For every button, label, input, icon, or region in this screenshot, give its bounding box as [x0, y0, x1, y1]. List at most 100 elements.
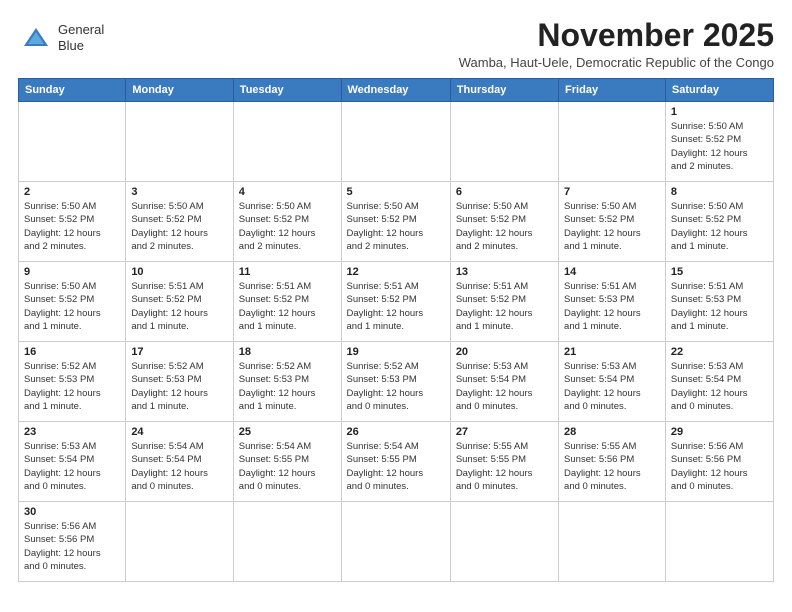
calendar-cell: [233, 102, 341, 182]
calendar-cell: [559, 102, 666, 182]
day-number: 15: [671, 266, 768, 278]
day-number: 24: [131, 426, 227, 438]
day-info: Sunrise: 5:50 AMSunset: 5:52 PMDaylight:…: [671, 120, 768, 173]
day-number: 20: [456, 346, 553, 358]
week-row-0: 1 Sunrise: 5:50 AMSunset: 5:52 PMDaylight…: [19, 102, 774, 182]
month-title: November 2025: [459, 18, 774, 53]
calendar-cell: [233, 502, 341, 582]
day-info: Sunrise: 5:51 AMSunset: 5:53 PMDaylight:…: [564, 280, 660, 333]
week-row-4: 23 Sunrise: 5:53 AMSunset: 5:54 PMDayligh…: [19, 422, 774, 502]
calendar-cell: 23 Sunrise: 5:53 AMSunset: 5:54 PMDayligh…: [19, 422, 126, 502]
day-number: 30: [24, 506, 120, 518]
header: General Blue November 2025 Wamba, Haut-U…: [18, 18, 774, 70]
day-number: 23: [24, 426, 120, 438]
calendar-cell: 10 Sunrise: 5:51 AMSunset: 5:52 PMDayligh…: [126, 262, 233, 342]
day-info: Sunrise: 5:50 AMSunset: 5:52 PMDaylight:…: [131, 200, 227, 253]
calendar-cell: [450, 102, 558, 182]
logo-text: General Blue: [58, 22, 104, 53]
day-number: 21: [564, 346, 660, 358]
day-number: 4: [239, 186, 336, 198]
day-info: Sunrise: 5:52 AMSunset: 5:53 PMDaylight:…: [347, 360, 445, 413]
calendar-cell: 13 Sunrise: 5:51 AMSunset: 5:52 PMDayligh…: [450, 262, 558, 342]
header-cell-monday: Monday: [126, 79, 233, 102]
day-info: Sunrise: 5:50 AMSunset: 5:52 PMDaylight:…: [456, 200, 553, 253]
week-row-3: 16Sunrise: 5:52 AMSunset: 5:53 PMDayligh…: [19, 342, 774, 422]
calendar-cell: 12Sunrise: 5:51 AMSunset: 5:52 PMDayligh…: [341, 262, 450, 342]
day-number: 9: [24, 266, 120, 278]
week-row-1: 2Sunrise: 5:50 AMSunset: 5:52 PMDaylight…: [19, 182, 774, 262]
day-info: Sunrise: 5:51 AMSunset: 5:52 PMDaylight:…: [239, 280, 336, 333]
day-number: 29: [671, 426, 768, 438]
header-cell-sunday: Sunday: [19, 79, 126, 102]
day-number: 10: [131, 266, 227, 278]
day-number: 8: [671, 186, 768, 198]
calendar-cell: 11Sunrise: 5:51 AMSunset: 5:52 PMDayligh…: [233, 262, 341, 342]
calendar-body: 1 Sunrise: 5:50 AMSunset: 5:52 PMDaylight…: [19, 102, 774, 582]
calendar-cell: 19 Sunrise: 5:52 AMSunset: 5:53 PMDayligh…: [341, 342, 450, 422]
calendar-cell: [19, 102, 126, 182]
day-info: Sunrise: 5:51 AMSunset: 5:52 PMDaylight:…: [131, 280, 227, 333]
day-number: 6: [456, 186, 553, 198]
day-number: 28: [564, 426, 660, 438]
day-info: Sunrise: 5:52 AMSunset: 5:53 PMDaylight:…: [239, 360, 336, 413]
day-info: Sunrise: 5:53 AMSunset: 5:54 PMDaylight:…: [456, 360, 553, 413]
day-number: 14: [564, 266, 660, 278]
day-number: 1: [671, 106, 768, 118]
calendar-cell: 7 Sunrise: 5:50 AMSunset: 5:52 PMDaylight…: [559, 182, 666, 262]
week-row-5: 30 Sunrise: 5:56 AMSunset: 5:56 PMDayligh…: [19, 502, 774, 582]
subtitle: Wamba, Haut-Uele, Democratic Republic of…: [459, 55, 774, 70]
day-info: Sunrise: 5:55 AMSunset: 5:55 PMDaylight:…: [456, 440, 553, 493]
logo: General Blue: [18, 22, 104, 53]
calendar-cell: 15 Sunrise: 5:51 AMSunset: 5:53 PMDayligh…: [665, 262, 773, 342]
day-info: Sunrise: 5:50 AMSunset: 5:52 PMDaylight:…: [24, 200, 120, 253]
calendar-cell: [665, 502, 773, 582]
day-info: Sunrise: 5:55 AMSunset: 5:56 PMDaylight:…: [564, 440, 660, 493]
calendar-cell: 4Sunrise: 5:50 AMSunset: 5:52 PMDaylight…: [233, 182, 341, 262]
day-number: 25: [239, 426, 336, 438]
day-number: 19: [347, 346, 445, 358]
day-info: Sunrise: 5:52 AMSunset: 5:53 PMDaylight:…: [24, 360, 120, 413]
logo-icon: [18, 24, 54, 52]
header-row: SundayMondayTuesdayWednesdayThursdayFrid…: [19, 79, 774, 102]
calendar-cell: [126, 102, 233, 182]
header-cell-tuesday: Tuesday: [233, 79, 341, 102]
day-number: 7: [564, 186, 660, 198]
calendar-cell: 22Sunrise: 5:53 AMSunset: 5:54 PMDayligh…: [665, 342, 773, 422]
calendar-cell: 26Sunrise: 5:54 AMSunset: 5:55 PMDayligh…: [341, 422, 450, 502]
day-info: Sunrise: 5:54 AMSunset: 5:54 PMDaylight:…: [131, 440, 227, 493]
calendar-table: SundayMondayTuesdayWednesdayThursdayFrid…: [18, 78, 774, 582]
day-number: 27: [456, 426, 553, 438]
day-info: Sunrise: 5:51 AMSunset: 5:53 PMDaylight:…: [671, 280, 768, 333]
day-info: Sunrise: 5:53 AMSunset: 5:54 PMDaylight:…: [671, 360, 768, 413]
day-info: Sunrise: 5:53 AMSunset: 5:54 PMDaylight:…: [564, 360, 660, 413]
day-info: Sunrise: 5:51 AMSunset: 5:52 PMDaylight:…: [456, 280, 553, 333]
calendar-cell: 16Sunrise: 5:52 AMSunset: 5:53 PMDayligh…: [19, 342, 126, 422]
calendar-cell: 17Sunrise: 5:52 AMSunset: 5:53 PMDayligh…: [126, 342, 233, 422]
day-number: 26: [347, 426, 445, 438]
calendar-cell: 25 Sunrise: 5:54 AMSunset: 5:55 PMDayligh…: [233, 422, 341, 502]
day-number: 5: [347, 186, 445, 198]
day-info: Sunrise: 5:50 AMSunset: 5:52 PMDaylight:…: [564, 200, 660, 253]
calendar-cell: 1 Sunrise: 5:50 AMSunset: 5:52 PMDaylight…: [665, 102, 773, 182]
day-info: Sunrise: 5:50 AMSunset: 5:52 PMDaylight:…: [347, 200, 445, 253]
calendar-cell: 30 Sunrise: 5:56 AMSunset: 5:56 PMDayligh…: [19, 502, 126, 582]
calendar-cell: 5 Sunrise: 5:50 AMSunset: 5:52 PMDaylight…: [341, 182, 450, 262]
day-info: Sunrise: 5:54 AMSunset: 5:55 PMDaylight:…: [239, 440, 336, 493]
calendar-cell: 3Sunrise: 5:50 AMSunset: 5:52 PMDaylight…: [126, 182, 233, 262]
week-row-2: 9 Sunrise: 5:50 AMSunset: 5:52 PMDaylight…: [19, 262, 774, 342]
day-info: Sunrise: 5:56 AMSunset: 5:56 PMDaylight:…: [24, 520, 120, 573]
day-number: 12: [347, 266, 445, 278]
calendar-cell: [341, 102, 450, 182]
day-number: 13: [456, 266, 553, 278]
day-number: 18: [239, 346, 336, 358]
calendar-cell: 24 Sunrise: 5:54 AMSunset: 5:54 PMDayligh…: [126, 422, 233, 502]
header-cell-thursday: Thursday: [450, 79, 558, 102]
calendar-cell: 20 Sunrise: 5:53 AMSunset: 5:54 PMDayligh…: [450, 342, 558, 422]
calendar-cell: 8Sunrise: 5:50 AMSunset: 5:52 PMDaylight…: [665, 182, 773, 262]
calendar-cell: [126, 502, 233, 582]
calendar-cell: 29Sunrise: 5:56 AMSunset: 5:56 PMDayligh…: [665, 422, 773, 502]
header-cell-saturday: Saturday: [665, 79, 773, 102]
day-info: Sunrise: 5:53 AMSunset: 5:54 PMDaylight:…: [24, 440, 120, 493]
calendar-cell: 9 Sunrise: 5:50 AMSunset: 5:52 PMDaylight…: [19, 262, 126, 342]
day-info: Sunrise: 5:50 AMSunset: 5:52 PMDaylight:…: [24, 280, 120, 333]
